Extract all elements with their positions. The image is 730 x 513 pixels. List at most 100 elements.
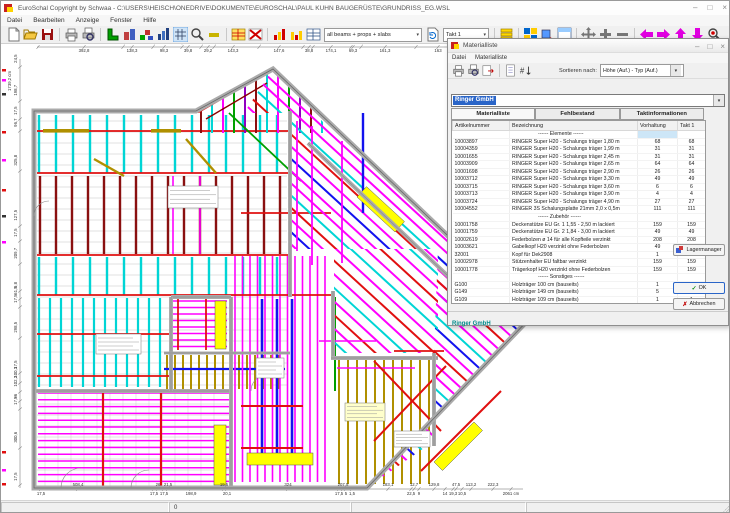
prev-icon[interactable]	[467, 64, 480, 77]
table-row[interactable]: 10001778Trägerkopf H20 verzinkt ohne Fed…	[453, 266, 706, 274]
company-combobox[interactable]: Ringer GmbH ▾	[451, 94, 725, 107]
cancel-button[interactable]: ✗ Abbrechen	[673, 298, 725, 310]
save-icon[interactable]	[40, 27, 55, 42]
table-row[interactable]: 10003621Gabelkopf H20 verzinkt ohne Fede…	[453, 244, 706, 252]
rfr-icon[interactable]	[425, 27, 440, 42]
tab-fehlbestand[interactable]: Fehlbestand	[535, 108, 619, 120]
sort-combobox[interactable]: Höhe (Auf.) - Typ (Auf.) ▾	[600, 64, 684, 77]
table-row[interactable]: 10003712RINGER Super H20 - Schalungs trä…	[453, 176, 706, 184]
dimension-label: 19,5	[220, 482, 228, 487]
dialog-toolbar: # Sortieren nach: Höhe (Auf.) - Typ (Auf…	[448, 63, 728, 79]
dimension-label: 207,5	[338, 482, 349, 487]
table-row[interactable]: 10003713RINGER Super H20 - Schalungs trä…	[453, 191, 706, 199]
dimension-label: 127,5	[13, 210, 18, 221]
chevron-down-icon[interactable]: ▾	[480, 32, 486, 38]
table-row[interactable]: 10004552RINGER 3S Schalungsplatte 21mm 2…	[453, 206, 706, 214]
grid-icon[interactable]	[173, 27, 188, 42]
beams-combobox[interactable]: all beams + props + slabs▾	[324, 28, 422, 42]
toolbar-separator	[100, 28, 101, 41]
company-dropdown-arrow[interactable]: ▾	[713, 95, 724, 106]
sort-value: Höhe (Auf.) - Typ (Auf.)	[603, 68, 658, 74]
table-row[interactable]: 10003724RINGER Super H20 - Schalungs trä…	[453, 198, 706, 206]
dialog-maximize-button[interactable]: □	[707, 41, 712, 53]
dialog-menu-materialliste[interactable]: Materialliste	[475, 55, 507, 61]
dimension-label: 508,4	[73, 482, 84, 487]
open-icon[interactable]	[23, 27, 38, 42]
dimension-label: 129,8	[429, 482, 440, 487]
chart-icon[interactable]	[156, 27, 171, 42]
chy-icon[interactable]	[289, 27, 304, 42]
srt-icon[interactable]: #	[519, 64, 532, 77]
dimension-label: 69,3	[349, 48, 357, 53]
dimension-label: 98,3	[160, 48, 168, 53]
chevron-down-icon[interactable]: ▾	[413, 32, 419, 38]
table-group-row[interactable]: ------ Sonstiges ------	[453, 274, 706, 282]
menu-bearbeiten[interactable]: Bearbeiten	[33, 17, 64, 24]
toolbar-separator	[499, 64, 500, 77]
tably-icon[interactable]	[231, 27, 246, 42]
warehouse-icon	[676, 246, 684, 254]
tab-materialliste[interactable]: Materialliste	[451, 108, 535, 120]
close-button[interactable]: ×	[722, 2, 727, 14]
table-row[interactable]: 10002619Federbolzen ø 14 für alle Kopfte…	[453, 236, 706, 244]
bld-icon[interactable]	[122, 27, 137, 42]
col-artikelnummer[interactable]: Artikelnummer	[453, 121, 510, 131]
blocks-icon[interactable]	[139, 27, 154, 42]
svg-text:#: #	[520, 67, 525, 76]
dialog-close-button[interactable]: ×	[720, 41, 725, 53]
check-icon: ✓	[692, 285, 697, 292]
menu-hilfe[interactable]: Hilfe	[143, 17, 156, 24]
table-group-row[interactable]: ------ Elemente ------	[453, 131, 706, 139]
dimension-label: 1739,2 cm	[7, 71, 12, 91]
table-row[interactable]: 32001Kopf für Dek290811	[453, 251, 706, 259]
toolbar-separator	[226, 28, 227, 41]
dimension-label: 20,1	[223, 491, 231, 496]
table-row[interactable]: 10003909RINGER Super H20 - Schalungs trä…	[453, 161, 706, 169]
table-row[interactable]: 10003897RINGER Super H20 - Schalungs trä…	[453, 138, 706, 146]
dash-icon[interactable]	[207, 27, 222, 42]
sort-dropdown-arrow[interactable]: ▾	[670, 65, 681, 76]
company-value: Ringer GmbH	[453, 96, 496, 105]
col-bezeichnung[interactable]: Bezeichnung	[510, 121, 638, 131]
table-row[interactable]: G100Holzträger 100 cm (bauseits)11	[453, 281, 706, 289]
lgreen-icon[interactable]	[105, 27, 120, 42]
tab-taktinformationen[interactable]: Taktinformationen	[620, 108, 704, 120]
menu-datei[interactable]: Datei	[7, 17, 22, 24]
table-row[interactable]: 10001655RINGER Super H20 - Schalungs trä…	[453, 153, 706, 161]
table-row[interactable]: 10001698RINGER Super H20 - Schalungs trä…	[453, 168, 706, 176]
menu-fenster[interactable]: Fenster	[110, 17, 132, 24]
chr-icon[interactable]	[272, 27, 287, 42]
neu-icon[interactable]	[6, 27, 21, 42]
tabb-icon[interactable]	[306, 27, 321, 42]
print-icon[interactable]	[452, 64, 465, 77]
dimension-label: 209,7	[13, 248, 18, 259]
table-row[interactable]: G109Holzträger 109 cm (bauseits)11	[453, 297, 706, 304]
table-row[interactable]: 10004359RINGER Super H20 - Schalungs trä…	[453, 146, 706, 154]
mag-icon[interactable]	[190, 27, 205, 42]
lagermanager-button[interactable]: Lagermanager	[673, 244, 725, 256]
doc-icon[interactable]	[504, 64, 517, 77]
minimize-button[interactable]: –	[693, 2, 697, 14]
dimension-label: 102,2	[13, 376, 18, 387]
menu-anzeige[interactable]: Anzeige	[76, 17, 100, 24]
exp-icon[interactable]	[482, 64, 495, 77]
ok-button[interactable]: ✓ OK	[673, 282, 725, 294]
dialog-minimize-button[interactable]: –	[695, 41, 699, 53]
resize-grip[interactable]	[721, 505, 730, 513]
print-icon[interactable]	[64, 27, 79, 42]
dialog-menu-datei[interactable]: Datei	[452, 55, 466, 61]
dimension-label: 24,5	[13, 54, 18, 62]
maximize-button[interactable]: □	[707, 2, 712, 14]
table-row[interactable]: 10003715RINGER Super H20 - Schalungs trä…	[453, 183, 706, 191]
col-takt1[interactable]: Takt 1	[678, 121, 706, 131]
tabrx-icon[interactable]	[248, 27, 263, 42]
prev-icon[interactable]	[81, 27, 96, 42]
material-table[interactable]: Artikelnummer Bezeichnung Vorhaltung Tak…	[451, 120, 706, 304]
table-row[interactable]: 10001758Deckenstütze EU Gr. 1 1,55 - 2,5…	[453, 221, 706, 229]
table-row[interactable]: 10001759Deckenstütze EU Gr. 2 1,84 - 3,0…	[453, 229, 706, 237]
table-group-row[interactable]: ------ Zubehör ------	[453, 214, 706, 222]
col-vorhaltung[interactable]: Vorhaltung	[638, 121, 678, 131]
table-row[interactable]: 10002978Stützenhalter EU faltbar verzink…	[453, 259, 706, 267]
dimension-label: 17,5	[160, 491, 168, 496]
table-row[interactable]: G149Holzträger 149 cm (bauseits)55	[453, 289, 706, 297]
